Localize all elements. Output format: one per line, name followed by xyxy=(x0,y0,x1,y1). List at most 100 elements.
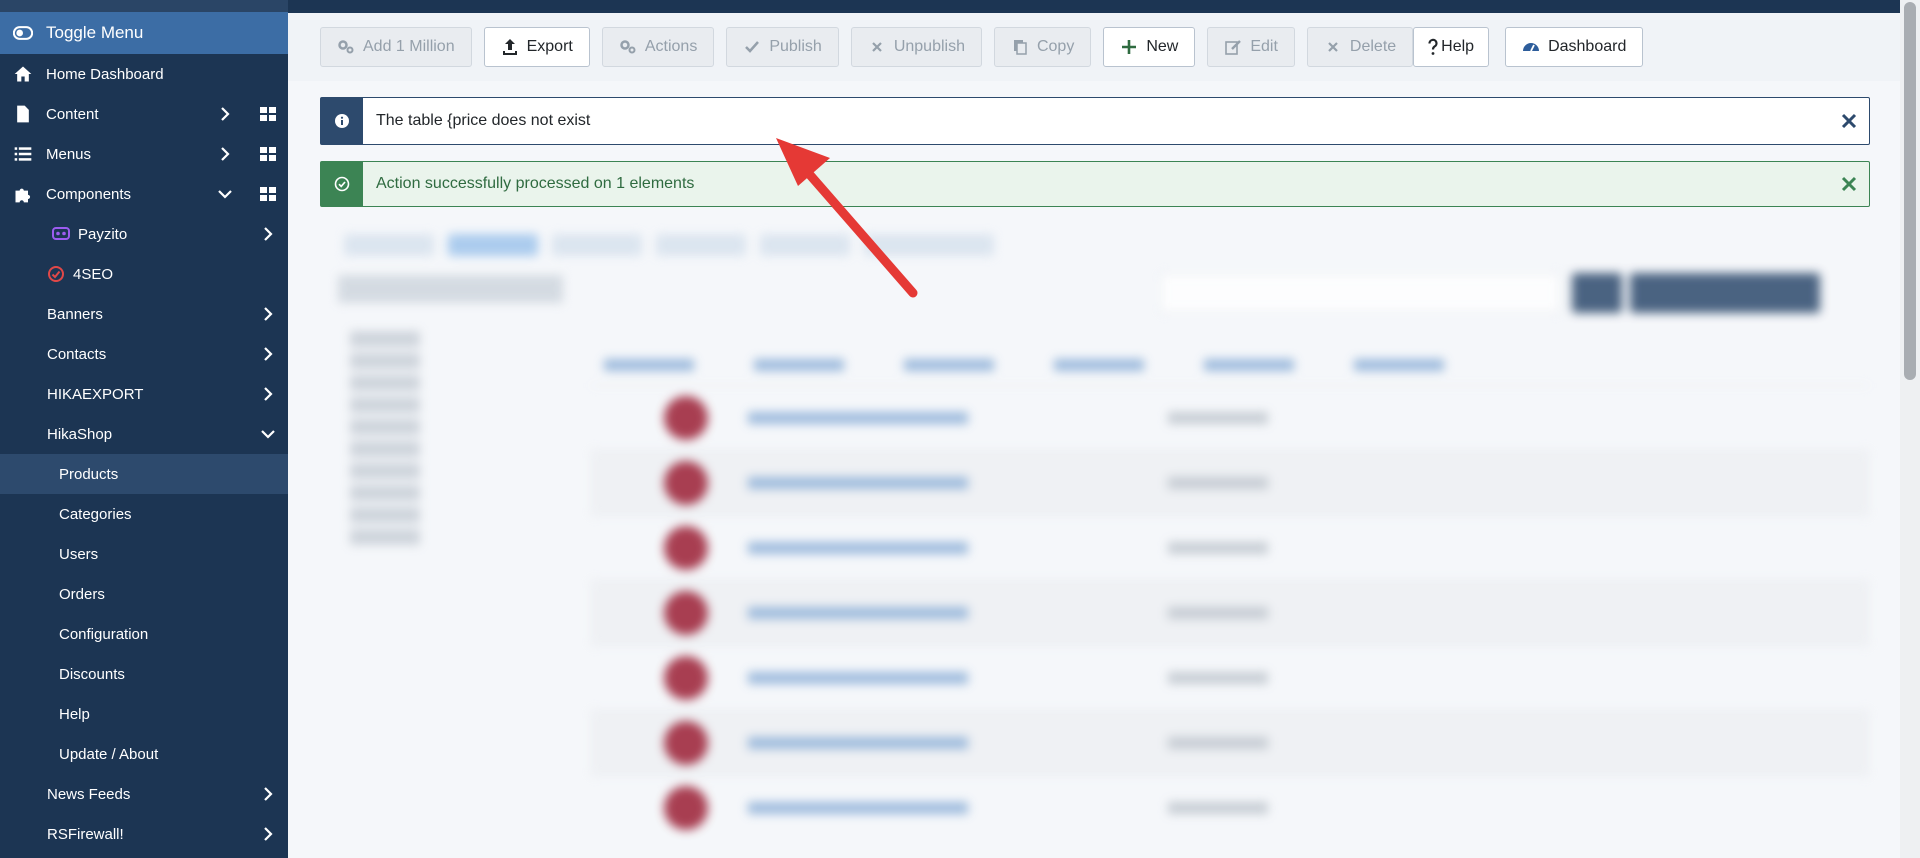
help-button[interactable]: Help xyxy=(1413,27,1490,67)
sidebar-item-news-feeds[interactable]: News Feeds xyxy=(0,774,288,814)
blurred-table-row xyxy=(590,775,1870,840)
header-strip xyxy=(288,0,1900,13)
actions-label: Actions xyxy=(644,38,698,55)
file-icon xyxy=(12,103,34,125)
sidebar-item-discounts[interactable]: Discounts xyxy=(0,654,288,694)
blurred-filter xyxy=(338,275,563,303)
success-alert: Action successfully processed on 1 eleme… xyxy=(320,161,1870,207)
sidebar-item-hikashop[interactable]: HikaShop xyxy=(0,414,288,454)
sidebar-item-label: Home Dashboard xyxy=(46,65,164,83)
delete-label: Delete xyxy=(1349,38,1397,55)
publish-label: Publish xyxy=(769,38,822,55)
dashboard-grid-icon[interactable] xyxy=(260,106,276,122)
info-alert: The table {price does not exist xyxy=(320,97,1870,145)
sidebar-item-update-about[interactable]: Update / About xyxy=(0,734,288,774)
sidebar-item-configuration[interactable]: Configuration xyxy=(0,614,288,654)
sidebar-item-rsfirewall[interactable]: RSFirewall! xyxy=(0,814,288,854)
plus-icon xyxy=(1120,38,1138,56)
sidebar-item-orders[interactable]: Orders xyxy=(0,574,288,614)
chevron-right-icon[interactable] xyxy=(260,826,276,842)
chevron-right-icon[interactable] xyxy=(260,386,276,402)
export-button[interactable]: Export xyxy=(483,27,590,67)
dashboard-button[interactable]: Dashboard xyxy=(1505,27,1644,67)
edit-button[interactable]: Edit xyxy=(1207,27,1295,67)
blurred-table-header xyxy=(590,345,1870,385)
check-icon xyxy=(743,38,761,56)
new-button[interactable]: New xyxy=(1103,27,1196,67)
chevron-right-icon[interactable] xyxy=(217,106,233,122)
sidebar-item-label: News Feeds xyxy=(47,785,131,803)
chevron-down-icon[interactable] xyxy=(260,426,276,442)
chevron-right-icon[interactable] xyxy=(260,786,276,802)
toggle-menu-button[interactable]: Toggle Menu xyxy=(0,12,288,54)
success-alert-message: Action successfully processed on 1 eleme… xyxy=(376,175,695,192)
4seo-logo-icon xyxy=(47,265,65,283)
sidebar-item-4seo[interactable]: 4SEO xyxy=(0,254,288,294)
sidebar-item-label: Users xyxy=(59,545,99,563)
blurred-category-tree xyxy=(350,325,450,551)
sidebar-item-components[interactable]: Components xyxy=(0,174,288,214)
page-scrollbar[interactable] xyxy=(1900,0,1920,858)
sidebar-item-banners[interactable]: Banners xyxy=(0,294,288,334)
sidebar-item-help[interactable]: Help xyxy=(0,694,288,734)
sidebar-item-payzito[interactable]: Payzito xyxy=(0,214,288,254)
blurred-table-row xyxy=(590,710,1870,775)
new-label: New xyxy=(1146,38,1179,55)
sidebar-item-content[interactable]: Content xyxy=(0,94,288,134)
sidebar-item-menus[interactable]: Menus xyxy=(0,134,288,174)
sidebar-item-products[interactable]: Products xyxy=(0,454,288,494)
unpublish-button[interactable]: Unpublish xyxy=(850,27,982,67)
chevron-down-icon[interactable] xyxy=(217,186,233,202)
blurred-product-list xyxy=(320,225,1870,858)
sidebar-item-contacts[interactable]: Contacts xyxy=(0,334,288,374)
blurred-button xyxy=(1572,273,1622,313)
x-icon xyxy=(868,38,886,56)
chevron-right-icon[interactable] xyxy=(260,226,276,242)
blurred-tab xyxy=(656,234,746,256)
chevron-right-icon[interactable] xyxy=(260,306,276,322)
list-icon xyxy=(12,143,34,165)
blurred-table-row xyxy=(590,515,1870,580)
scrollbar-thumb[interactable] xyxy=(1904,2,1916,380)
sidebar-item-hikaexport[interactable]: HIKAEXPORT xyxy=(0,374,288,414)
close-icon[interactable] xyxy=(1829,162,1869,206)
dashboard-grid-icon[interactable] xyxy=(260,186,276,202)
close-icon[interactable] xyxy=(1829,98,1869,144)
blurred-tab xyxy=(760,234,850,256)
sidebar-item-users[interactable]: Users xyxy=(0,534,288,574)
sidebar-top-strip xyxy=(0,0,288,12)
blurred-tab xyxy=(344,234,434,256)
blurred-search xyxy=(1160,273,1560,313)
info-alert-message: The table {price does not exist xyxy=(376,112,591,129)
export-label: Export xyxy=(526,38,573,55)
blurred-tab xyxy=(864,234,994,256)
gears-icon xyxy=(619,38,637,56)
help-label: Help xyxy=(1441,38,1475,55)
publish-button[interactable]: Publish xyxy=(726,27,839,67)
toolbar: Add 1 Million Export Actions Publish Unp… xyxy=(288,13,1900,81)
upload-icon xyxy=(501,38,519,56)
delete-button[interactable]: Delete xyxy=(1306,27,1414,67)
sidebar-item-categories[interactable]: Categories xyxy=(0,494,288,534)
unpublish-label: Unpublish xyxy=(893,38,965,55)
edit-icon xyxy=(1224,38,1242,56)
sidebar-item-label: Products xyxy=(59,465,119,483)
blurred-table-row xyxy=(590,580,1870,645)
copy-button[interactable]: Copy xyxy=(993,27,1092,67)
actions-button[interactable]: Actions xyxy=(601,27,715,67)
dashboard-grid-icon[interactable] xyxy=(260,146,276,162)
sidebar-item-label: Banners xyxy=(47,305,103,323)
sidebar-item-label: RSFirewall! xyxy=(47,825,124,843)
payzito-logo-icon xyxy=(52,225,70,243)
blurred-tabs xyxy=(320,225,1870,265)
blurred-table-row xyxy=(590,385,1870,450)
blurred-button xyxy=(1630,273,1820,313)
add-million-button[interactable]: Add 1 Million xyxy=(320,27,472,67)
toggle-icon xyxy=(12,22,34,44)
sidebar-item-label: HikaShop xyxy=(47,425,113,443)
chevron-right-icon[interactable] xyxy=(217,146,233,162)
sidebar-item-home-dashboard[interactable]: Home Dashboard xyxy=(0,54,288,94)
sidebar-item-label: Configuration xyxy=(59,625,149,643)
home-icon xyxy=(12,63,34,85)
chevron-right-icon[interactable] xyxy=(260,346,276,362)
